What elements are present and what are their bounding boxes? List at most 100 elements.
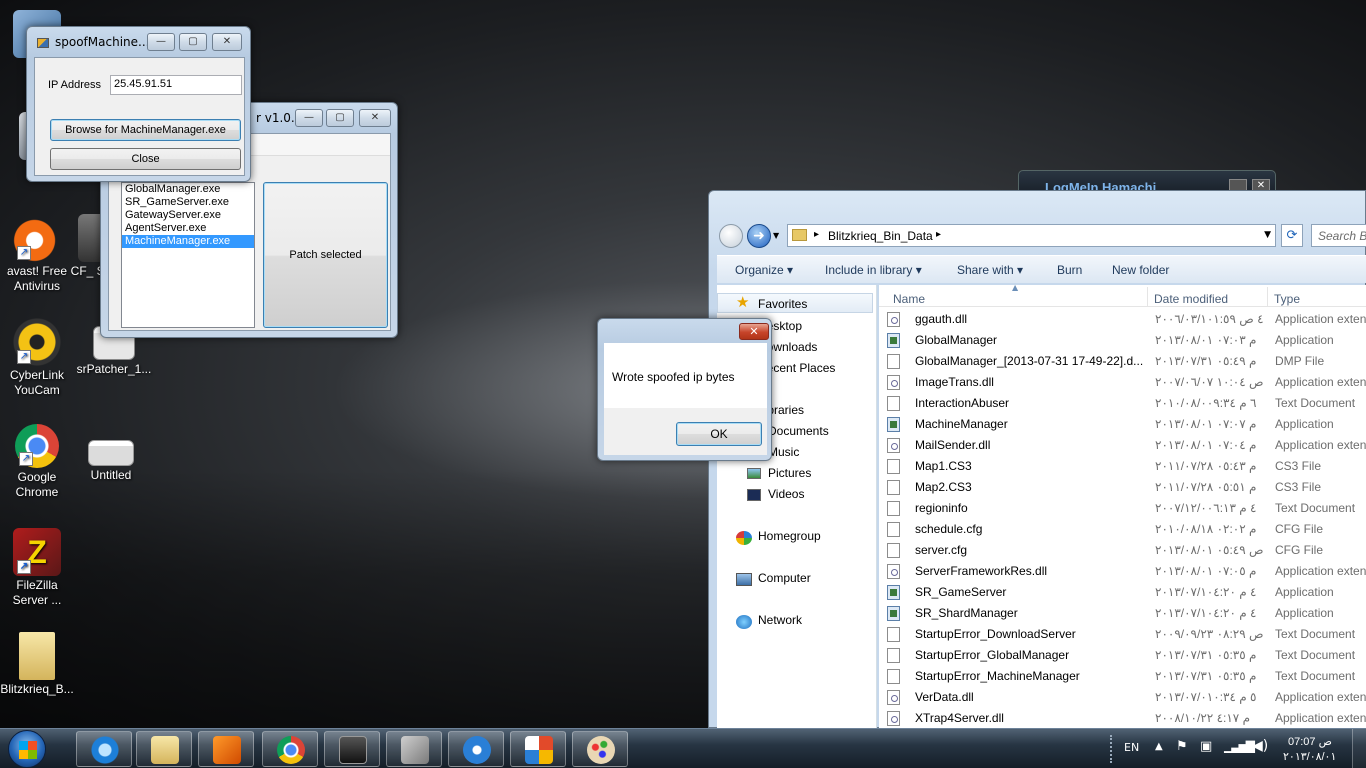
file-name: VerData.dll (915, 690, 974, 704)
burn-button[interactable]: Burn (1057, 263, 1082, 277)
nav-item-documents[interactable]: Documents (768, 424, 829, 438)
nav-item-music[interactable]: Music (768, 445, 799, 459)
list-item[interactable]: GlobalManager.exe (122, 183, 254, 196)
column-divider (1267, 287, 1268, 307)
taskbar-chrome[interactable] (262, 731, 318, 767)
search-input[interactable]: Search Bl (1311, 224, 1366, 247)
close-button[interactable]: Close (50, 148, 241, 170)
folder-icon (151, 736, 179, 764)
close-window-button[interactable]: ✕ (739, 323, 769, 340)
table-row[interactable]: SR_ShardManager ۲۰۱۳/۰۷/۱٤ م ۰٤:۲۰ Applica… (879, 603, 1366, 624)
taskbar-ie[interactable] (76, 731, 132, 767)
show-desktop-button[interactable] (1352, 729, 1366, 768)
organize-button[interactable]: Organize ▾ (735, 263, 793, 277)
file-name: XTrap4Server.dll (915, 711, 1004, 725)
table-row[interactable]: MachineManager ۲۰۱۳/۰۸/۰۱ م ۰۷:۰۷ Applicat… (879, 414, 1366, 435)
list-item[interactable]: GatewayServer.exe (122, 209, 254, 222)
taskbar-tools[interactable] (386, 731, 442, 767)
ok-button[interactable]: OK (676, 422, 762, 446)
minimize-button[interactable]: — (295, 109, 323, 127)
table-row[interactable]: server.cfg ۲۰۱۳/۰۸/۰۱ ص ۰٥:٤۹ CFG File (879, 540, 1366, 561)
table-row[interactable]: regioninfo ۲۰۰۷/۱۲/۰٤ م ۰٦:۱۳ Text Documen… (879, 498, 1366, 519)
server-list[interactable]: GlobalManager.exe SR_GameServer.exe Gate… (121, 182, 255, 328)
address-dropdown-icon[interactable]: ▼ (1264, 230, 1271, 240)
maximize-button[interactable]: ▢ (326, 109, 354, 127)
taskbar-app-squares[interactable] (510, 731, 566, 767)
table-row[interactable]: StartupError_DownloadServer ۲۰۰۹/۰۹/۲۳ ص … (879, 624, 1366, 645)
table-row[interactable]: MailSender.dll ۲۰۱۳/۰۸/۰۱ م ۰۷:۰٤ Applicat… (879, 435, 1366, 456)
nav-item-network[interactable]: Network (758, 613, 802, 627)
clock-time[interactable]: 07:07 ص (1288, 735, 1332, 748)
new-folder-button[interactable]: New folder (1112, 263, 1169, 277)
file-list[interactable]: ▲ Name Date modified Type ggauth.dll ۲۰۰٦… (879, 285, 1366, 729)
refresh-button[interactable]: ⟳ (1281, 224, 1303, 247)
close-window-button[interactable]: ✕ (359, 109, 391, 127)
recent-pages-dropdown[interactable]: ▼ (773, 231, 779, 240)
application-icon (887, 585, 900, 600)
desktop-icon-youcam[interactable]: ↗ CyberLink YouCam (0, 318, 74, 398)
network-signal-icon[interactable]: ▁▃▅▇ (1224, 739, 1255, 753)
spoof-titlebar[interactable]: spoofMachine... — ▢ ✕ (27, 27, 250, 57)
column-header-type[interactable]: Type (1274, 292, 1300, 306)
device-icon[interactable]: ▣ (1200, 739, 1212, 754)
browse-machinemanager-button[interactable]: Browse for MachineManager.exe (50, 119, 241, 141)
breadcrumb[interactable]: Blitzkrieq_Bin_Data (828, 229, 933, 243)
maximize-button[interactable]: ▢ (179, 33, 207, 51)
table-row[interactable]: Map2.CS3 ۲۰۱۱/۰۷/۲۸ م ۰٥:٥۱ CS3 File (879, 477, 1366, 498)
table-row[interactable]: GlobalManager ۲۰۱۳/۰۸/۰۱ م ۰۷:۰۳ Applicati… (879, 330, 1366, 351)
minimize-button[interactable]: — (147, 33, 175, 51)
desktop-icon-filezilla[interactable]: Z ↗ FileZilla Server ... (0, 528, 74, 608)
table-row[interactable]: SR_GameServer ۲۰۱۳/۰۷/۱٤ م ۰٤:۲۰ Applicati… (879, 582, 1366, 603)
show-hidden-icons-icon[interactable]: ▲ (1155, 741, 1163, 752)
back-button[interactable] (719, 224, 743, 248)
nav-item-homegroup[interactable]: Homegroup (758, 529, 821, 543)
nav-item-computer[interactable]: Computer (758, 571, 811, 585)
table-row[interactable]: ImageTrans.dll ۲۰۰۷/۰٦/۰۷ ص ۱۰:۰٤ Applicat… (879, 372, 1366, 393)
table-row[interactable]: ServerFrameworkRes.dll ۲۰۱۳/۰۸/۰۱ م ۰۷:۰٥… (879, 561, 1366, 582)
taskbar-paint[interactable] (572, 731, 628, 767)
desktop-icon-avast[interactable]: ↗ avast! Free Antivirus (0, 214, 74, 294)
close-window-button[interactable]: ✕ (212, 33, 242, 51)
taskbar-app-r[interactable] (324, 731, 380, 767)
column-header-name[interactable]: Name (893, 292, 925, 306)
table-row[interactable]: Map1.CS3 ۲۰۱۱/۰۷/۲۸ م ۰٥:٤۳ CS3 File (879, 456, 1366, 477)
forward-button[interactable]: ➜ (747, 224, 771, 248)
clock-date[interactable]: ۲۰۱۳/۰۸/۰۱ (1283, 750, 1336, 763)
file-name: GlobalManager (915, 333, 998, 347)
table-row[interactable]: ggauth.dll ۲۰۰٦/۰۳/۱٤ ص ۰۱:٥۹ Application … (879, 309, 1366, 330)
desktop-icon-chrome[interactable]: ↗ Google Chrome (0, 424, 74, 500)
desktop-icon-untitled[interactable]: Untitled (74, 440, 148, 483)
list-item-selected[interactable]: MachineManager.exe (122, 235, 254, 248)
desktop-icon-blitz[interactable]: Blitzkrieq_B... (0, 632, 74, 697)
volume-icon[interactable]: ◀) (1252, 738, 1268, 754)
start-button[interactable] (8, 730, 46, 768)
file-type: Application exten (1275, 438, 1366, 452)
taskbar-hamachi[interactable] (448, 731, 504, 767)
patch-selected-button[interactable]: Patch selected (263, 182, 388, 328)
table-row[interactable]: XTrap4Server.dll ۲۰۰۸/۱۰/۲۲ م ٤:۱۷ Applica… (879, 708, 1366, 729)
share-with-button[interactable]: Share with ▾ (957, 263, 1023, 277)
taskbar-media-player[interactable] (198, 731, 254, 767)
taskbar-explorer[interactable] (136, 731, 192, 767)
table-row[interactable]: StartupError_GlobalManager ۲۰۱۳/۰۷/۳۱ م ۰… (879, 645, 1366, 666)
table-row[interactable]: InteractionAbuser ۲۰۱۰/۰۸/۰٦ م ۰۹:۳٤ Text … (879, 393, 1366, 414)
column-header-date[interactable]: Date modified (1154, 292, 1228, 306)
spoof-window[interactable]: spoofMachine... — ▢ ✕ IP Address 25.45.9… (26, 26, 251, 182)
table-row[interactable]: GlobalManager_[2013-07-31 17-49-22].d...… (879, 351, 1366, 372)
table-row[interactable]: StartupError_MachineManager ۲۰۱۳/۰۷/۳۱ م … (879, 666, 1366, 687)
action-center-flag-icon[interactable]: ⚑ (1176, 739, 1188, 754)
nav-item-favorites[interactable]: Favorites (758, 297, 807, 311)
list-item[interactable]: AgentServer.exe (122, 222, 254, 235)
ip-address-input[interactable]: 25.45.91.51 (110, 75, 242, 95)
message-dialog[interactable]: ✕ Wrote spoofed ip bytes OK (597, 318, 772, 461)
list-item[interactable]: SR_GameServer.exe (122, 196, 254, 209)
language-indicator[interactable]: EN (1124, 741, 1139, 754)
nav-item-videos[interactable]: Videos (768, 487, 804, 501)
app-window-icon (37, 38, 49, 48)
include-in-library-button[interactable]: Include in library ▾ (825, 263, 922, 277)
address-bar[interactable]: ▸ Blitzkrieq_Bin_Data ▸ ▼ (787, 224, 1276, 247)
nav-item-pictures[interactable]: Pictures (768, 466, 811, 480)
table-row[interactable]: VerData.dll ۲۰۱۳/۰۷/۰٥ م ۱۰:۳٤ Application… (879, 687, 1366, 708)
explorer-window[interactable]: ➜ ▼ ▸ Blitzkrieq_Bin_Data ▸ ▼ ⟳ Search B… (708, 190, 1366, 729)
table-row[interactable]: schedule.cfg ۲۰۱۰/۰۸/۱۸ م ۰۲:۰۲ CFG File (879, 519, 1366, 540)
